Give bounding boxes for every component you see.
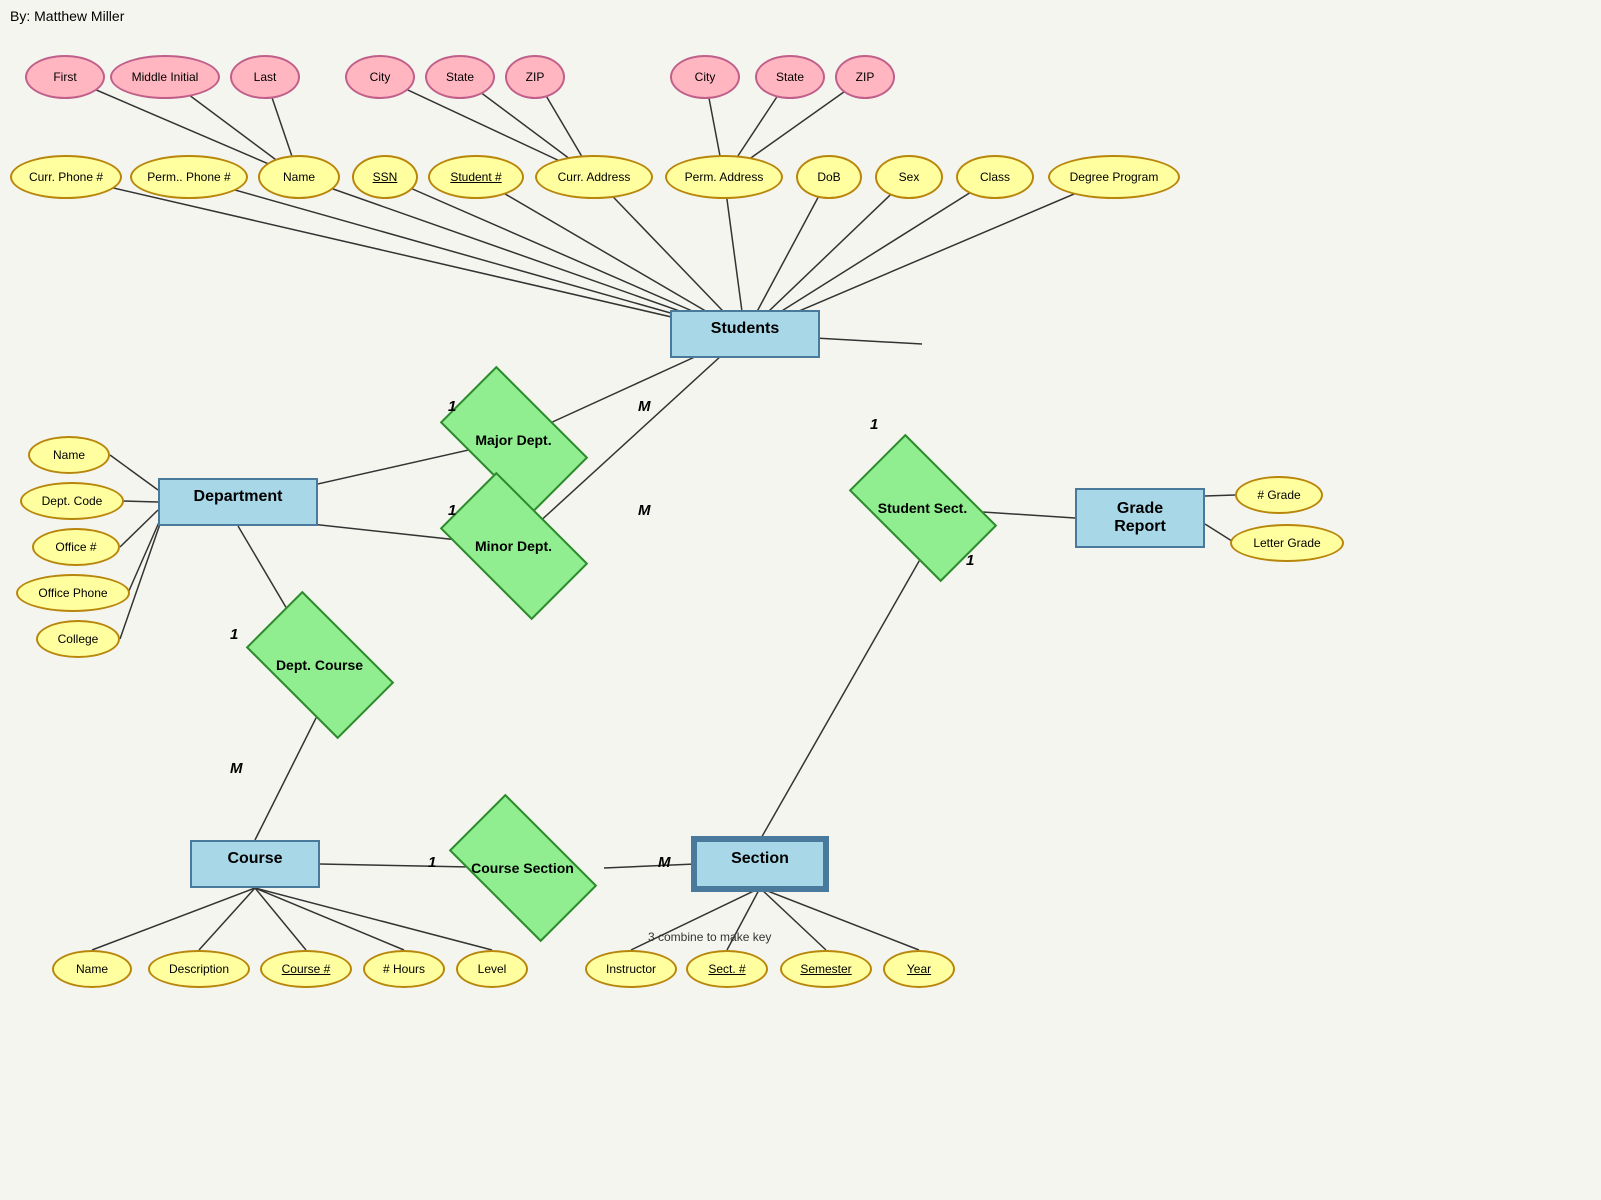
attr-first: First <box>25 55 105 99</box>
rel-major-dept: Major Dept. <box>436 392 591 488</box>
attr-level: Level <box>456 950 528 988</box>
attr-curr-state: State <box>425 55 495 99</box>
attr-instructor: Instructor <box>585 950 677 988</box>
section-key-note: 3 combine to make key <box>648 930 771 944</box>
attr-semester: Semester <box>780 950 872 988</box>
card-major-1: 1 <box>448 398 456 415</box>
attr-degree-program: Degree Program <box>1048 155 1180 199</box>
rel-dept-course: Dept. Course <box>242 620 397 710</box>
entity-grade-report: Grade Report <box>1075 488 1205 548</box>
entity-students: Students <box>670 310 820 358</box>
attr-hours: # Hours <box>363 950 445 988</box>
attr-sect-num: Sect. # <box>686 950 768 988</box>
card-course-sec-1: 1 <box>428 854 436 871</box>
card-dept-course-m: M <box>230 760 243 777</box>
attr-year: Year <box>883 950 955 988</box>
attr-class: Class <box>956 155 1034 199</box>
attr-letter-grade: Letter Grade <box>1230 524 1344 562</box>
attr-perm-address: Perm. Address <box>665 155 783 199</box>
attr-sex: Sex <box>875 155 943 199</box>
attr-num-grade: # Grade <box>1235 476 1323 514</box>
card-minor-1: 1 <box>448 502 456 519</box>
attr-dob: DoB <box>796 155 862 199</box>
card-student-sect-right: 1 <box>966 552 974 569</box>
card-dept-course-1: 1 <box>230 626 238 643</box>
attr-curr-city: City <box>345 55 415 99</box>
er-diagram-canvas: By: Matthew Miller First Middle Initial … <box>0 0 1601 1200</box>
attr-perm-city: City <box>670 55 740 99</box>
attr-ssn: SSN <box>352 155 418 199</box>
rel-minor-dept: Minor Dept. <box>436 498 591 594</box>
attr-dept-code: Dept. Code <box>20 482 124 520</box>
attr-perm-state: State <box>755 55 825 99</box>
attr-curr-address: Curr. Address <box>535 155 653 199</box>
rel-student-sect: Student Sect. <box>845 460 1000 556</box>
attr-perm-phone: Perm.. Phone # <box>130 155 248 199</box>
attr-dept-name: Name <box>28 436 110 474</box>
entity-section: Section <box>695 840 825 888</box>
attr-course-name: Name <box>52 950 132 988</box>
entity-course: Course <box>190 840 320 888</box>
attr-course-desc: Description <box>148 950 250 988</box>
attr-office-num: Office # <box>32 528 120 566</box>
attr-student-num: Student # <box>428 155 524 199</box>
card-course-sec-m: M <box>658 854 671 871</box>
attr-course-num: Course # <box>260 950 352 988</box>
attr-name: Name <box>258 155 340 199</box>
attr-perm-zip: ZIP <box>835 55 895 99</box>
attr-curr-zip: ZIP <box>505 55 565 99</box>
attr-middle-initial: Middle Initial <box>110 55 220 99</box>
attr-curr-phone: Curr. Phone # <box>10 155 122 199</box>
card-minor-m: M <box>638 502 651 519</box>
attr-college: College <box>36 620 120 658</box>
entity-department: Department <box>158 478 318 526</box>
rel-course-section: Course Section <box>440 820 605 916</box>
card-major-m: M <box>638 398 651 415</box>
author-label: By: Matthew Miller <box>10 8 124 24</box>
card-student-sect-1: 1 <box>870 416 878 433</box>
attr-last: Last <box>230 55 300 99</box>
attr-office-phone: Office Phone <box>16 574 130 612</box>
